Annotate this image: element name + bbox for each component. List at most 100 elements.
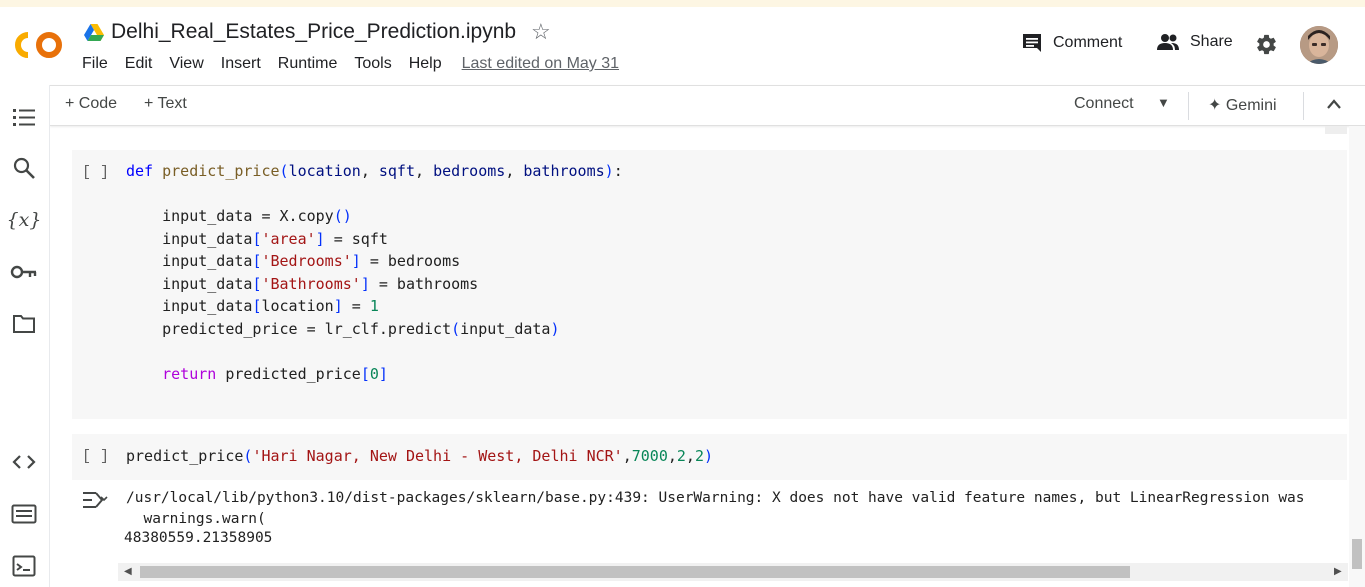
toolbar-divider [1303, 92, 1304, 120]
sparkle-icon: ✦ [1208, 97, 1222, 114]
code-token: ] [360, 274, 370, 293]
folder-icon[interactable] [10, 310, 38, 338]
code-line: input_data['Bedrooms'] = bedrooms [126, 250, 623, 273]
code-snippets-icon[interactable] [10, 448, 38, 476]
share-button[interactable]: Share [1156, 32, 1233, 52]
code-line: input_data['Bathrooms'] = bathrooms [126, 273, 623, 296]
chevron-down-icon[interactable]: ▼ [1157, 95, 1170, 110]
menu-file[interactable]: File [82, 55, 108, 73]
share-label: Share [1190, 33, 1233, 50]
gemini-button[interactable]: ✦ Gemini [1208, 95, 1277, 115]
code-token: ( [451, 319, 461, 338]
menu-help[interactable]: Help [409, 55, 442, 73]
avatar[interactable] [1300, 26, 1338, 64]
cell-divider [1325, 126, 1347, 134]
code-line: input_data[location] = 1 [126, 295, 623, 318]
cell-output-stderr: /usr/local/lib/python3.10/dist-packages/… [126, 488, 1348, 530]
code-token: predict_price [162, 162, 280, 180]
table-of-contents-icon[interactable] [10, 103, 38, 131]
variables-icon[interactable]: {x} [7, 206, 42, 234]
comment-label: Comment [1053, 34, 1123, 51]
code-token: ) [550, 319, 560, 338]
header: Delhi_Real_Estates_Price_Prediction.ipyn… [0, 7, 1365, 85]
menu-runtime[interactable]: Runtime [278, 55, 338, 73]
code-token: ] [378, 364, 388, 383]
search-icon[interactable] [10, 154, 38, 182]
code-token: ( [279, 162, 289, 180]
menu-tools[interactable]: Tools [354, 55, 391, 73]
code-token: input_data [126, 297, 253, 315]
code-line: input_data['area'] = sqft [126, 228, 623, 251]
code-token: input_data [126, 229, 253, 248]
scroll-right-icon[interactable]: ▶ [1334, 566, 1342, 577]
code-line: def predict_price(location, sqft, bedroo… [126, 160, 623, 183]
terminal-icon[interactable] [10, 552, 38, 580]
code-token: 'Bedrooms' [261, 252, 352, 270]
code-token: location [261, 297, 334, 315]
code-token: 'Hari Nagar, New Delhi - West, Delhi NCR… [252, 447, 623, 465]
code-token: 0 [369, 364, 379, 383]
code-token: sqft [378, 162, 415, 180]
run-cell-button[interactable]: [ ] [82, 164, 109, 181]
colab-logo-icon[interactable] [14, 29, 66, 61]
scroll-left-icon[interactable]: ◀ [124, 566, 132, 577]
code-token: = bedrooms [360, 252, 461, 270]
vertical-scrollbar[interactable] [1349, 126, 1365, 587]
code-line: predict_price('Hari Nagar, New Delhi - W… [126, 445, 713, 468]
code-token: input_data = X.copy [126, 207, 334, 225]
code-token: 2 [676, 447, 686, 465]
code-editor[interactable]: def predict_price(location, sqft, bedroo… [126, 160, 623, 385]
code-token: bathrooms [523, 162, 605, 180]
code-token: , [415, 162, 434, 180]
scrollbar-thumb[interactable] [140, 566, 1130, 578]
menu-view[interactable]: View [169, 55, 203, 73]
code-token: bedrooms [433, 162, 506, 180]
code-token: , [685, 447, 695, 465]
code-token: () [333, 207, 352, 225]
gear-icon[interactable] [1255, 33, 1278, 56]
code-editor[interactable]: predict_price('Hari Nagar, New Delhi - W… [126, 445, 713, 468]
people-icon [1157, 34, 1179, 50]
code-token: input_data [126, 252, 253, 270]
warning-call: warnings.warn( [126, 511, 266, 527]
scrollbar-thumb[interactable] [1352, 539, 1362, 569]
code-token: def [126, 162, 154, 180]
code-token: ] [333, 297, 343, 315]
code-token: = [342, 297, 370, 315]
code-cell[interactable]: [ ] def predict_price(location, sqft, be… [72, 150, 1347, 419]
menu-insert[interactable]: Insert [221, 55, 261, 73]
code-token: , [360, 162, 379, 180]
output-actions-icon[interactable] [82, 489, 108, 511]
add-code-button[interactable]: + Code [65, 95, 117, 113]
code-token: , [505, 162, 524, 180]
last-edited-link[interactable]: Last edited on May 31 [462, 55, 619, 73]
code-line: predicted_price = lr_clf.predict(input_d… [126, 318, 623, 341]
run-cell-button[interactable]: [ ] [82, 448, 109, 465]
command-palette-icon[interactable] [10, 500, 38, 528]
code-token: ) [604, 162, 614, 180]
comment-button[interactable]: Comment [1021, 32, 1122, 54]
horizontal-scrollbar[interactable]: ◀ ▶ [118, 563, 1348, 581]
code-token: = bathrooms [369, 274, 479, 293]
menu-edit[interactable]: Edit [125, 55, 153, 73]
star-icon[interactable]: ☆ [531, 19, 551, 45]
chevron-up-icon[interactable] [1326, 98, 1342, 110]
code-token: [ [360, 364, 370, 383]
code-token: ) [703, 447, 714, 465]
drive-icon[interactable] [84, 24, 104, 42]
toolbar-divider [1188, 92, 1189, 120]
key-icon[interactable] [10, 258, 38, 286]
code-token: predicted_price [216, 364, 361, 383]
code-token: ] [351, 252, 361, 270]
connect-button[interactable]: Connect [1074, 95, 1134, 113]
avatar-image [1300, 26, 1338, 64]
code-token: 1 [369, 297, 379, 315]
code-token: 2 [694, 447, 704, 465]
comment-icon [1023, 34, 1041, 52]
add-text-button[interactable]: + Text [144, 95, 187, 113]
code-cell[interactable]: [ ] predict_price('Hari Nagar, New Delhi… [72, 434, 1347, 480]
notebook-title[interactable]: Delhi_Real_Estates_Price_Prediction.ipyn… [111, 20, 516, 44]
